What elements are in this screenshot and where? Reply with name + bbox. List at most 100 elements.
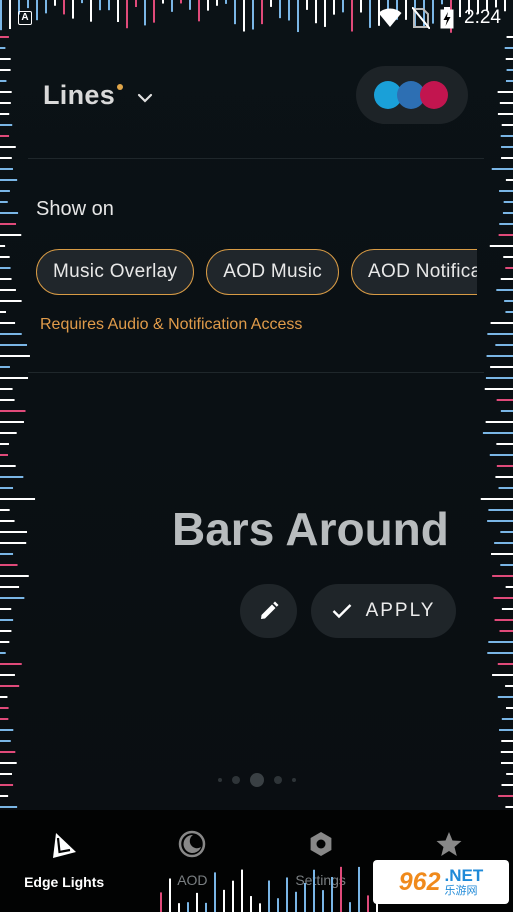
edge-light-bar	[0, 212, 19, 214]
show-on-label: Show on	[36, 198, 114, 220]
edge-light-bar	[0, 366, 10, 368]
edge-light-bar	[501, 124, 513, 126]
edge-light-bar	[500, 278, 513, 280]
edge-light-bar	[493, 597, 513, 599]
edge-light-bar	[0, 795, 9, 797]
edge-light-bar	[0, 751, 16, 753]
edge-light-bar	[0, 267, 11, 269]
pencil-icon	[260, 601, 278, 619]
edge-light-bar	[0, 58, 11, 60]
edge-light-bar	[496, 289, 513, 291]
edge-light-bar	[506, 69, 513, 71]
watermark-sub: 乐游网	[444, 885, 478, 897]
chip-music-overlay[interactable]: Music Overlay	[36, 249, 195, 295]
edge-light-bar	[494, 542, 513, 544]
battery-charging-icon	[440, 7, 454, 29]
color-palette-button[interactable]	[356, 66, 468, 124]
page-dot	[273, 776, 282, 784]
palette-color-swatch	[420, 81, 448, 109]
edge-light-bar	[0, 223, 17, 225]
requires-access-link[interactable]: Requires Audio & Notification Access	[40, 316, 302, 334]
edge-light-bar	[490, 366, 513, 368]
edge-light-bar	[506, 707, 513, 709]
edge-light-bar	[491, 168, 513, 170]
edge-light-bar	[0, 553, 14, 555]
edge-light-bar	[505, 806, 513, 808]
edge-light-bar	[498, 234, 513, 236]
edge-light-bar	[0, 201, 8, 203]
edge-light-bar	[0, 806, 18, 808]
edge-light-bar	[482, 432, 513, 434]
edge-light-bar	[0, 432, 17, 434]
edge-light-bar	[494, 619, 513, 621]
edge-light-bar	[0, 509, 10, 511]
divider	[28, 372, 484, 373]
edge-light-bar	[232, 880, 234, 912]
new-indicator-dot	[117, 83, 124, 90]
palette-circles-icon	[374, 81, 448, 109]
page-dot	[231, 776, 240, 784]
edge-light-bar	[0, 443, 9, 445]
edge-light-bar	[0, 487, 14, 489]
edge-light-bar	[0, 608, 12, 610]
edge-light-bar	[0, 289, 16, 291]
aod-moon-icon	[179, 830, 206, 858]
page-dot	[291, 778, 296, 782]
effect-category-dropdown[interactable]: Lines	[43, 80, 153, 111]
edge-light-bar	[487, 333, 513, 335]
edge-light-bar	[0, 124, 13, 126]
edge-light-bar	[0, 685, 20, 687]
wifi-icon	[378, 8, 402, 27]
check-icon	[332, 604, 351, 619]
edge-light-bar	[499, 223, 513, 225]
edge-light-bar	[0, 575, 29, 577]
edge-light-bar	[0, 102, 11, 104]
edge-light-right	[480, 36, 513, 808]
edge-light-bar	[489, 454, 513, 456]
edge-light-bar	[0, 69, 11, 71]
edge-light-bar	[196, 892, 198, 912]
edge-light-bar	[277, 898, 279, 912]
edge-light-bar	[0, 652, 6, 654]
edge-light-bar	[0, 410, 26, 412]
edge-light-bar	[214, 872, 216, 912]
edge-light-bar	[259, 903, 261, 912]
edge-light-bar	[0, 399, 15, 401]
edge-light-bar	[0, 47, 6, 49]
edge-light-bar	[0, 421, 24, 423]
edge-light-bar	[484, 388, 513, 390]
edge-light-bar	[286, 877, 288, 912]
edge-light-bar	[492, 674, 513, 676]
screen: A 2:24 Lines Show on Music Overlay AOD M…	[0, 0, 513, 912]
edge-light-bar	[505, 80, 513, 82]
edge-light-bar	[0, 454, 9, 456]
star-icon	[436, 832, 462, 856]
edge-light-bar	[0, 179, 18, 181]
watermark-brand: 962	[398, 867, 441, 896]
edge-light-bar	[497, 113, 513, 115]
apply-button[interactable]: APPLY	[311, 584, 456, 638]
no-sim-icon	[412, 7, 431, 29]
edge-light-bar	[0, 168, 13, 170]
edge-light-bar	[322, 890, 324, 912]
apply-label: APPLY	[365, 600, 436, 621]
edge-light-bar	[304, 882, 306, 912]
edge-light-bar	[498, 487, 513, 489]
edge-light-bar	[501, 740, 513, 742]
edit-button[interactable]	[240, 584, 297, 638]
edge-light-bar	[205, 902, 207, 912]
edge-light-bar	[489, 245, 513, 247]
edge-light-bar	[499, 102, 513, 104]
edge-light-bar	[0, 80, 7, 82]
edge-light-bar	[496, 443, 513, 445]
edge-light-bar	[0, 113, 10, 115]
edge-light-bar	[349, 902, 351, 912]
edge-light-bar	[495, 344, 513, 346]
app-notification-icon: A	[18, 11, 32, 25]
edge-light-bar	[501, 608, 513, 610]
edge-light-bar	[498, 795, 513, 797]
chip-aod-music[interactable]: AOD Music	[206, 249, 340, 295]
edge-light-bar	[0, 740, 11, 742]
edge-light-bar	[503, 256, 513, 258]
chip-aod-notifications[interactable]: AOD Notifications	[351, 249, 477, 295]
